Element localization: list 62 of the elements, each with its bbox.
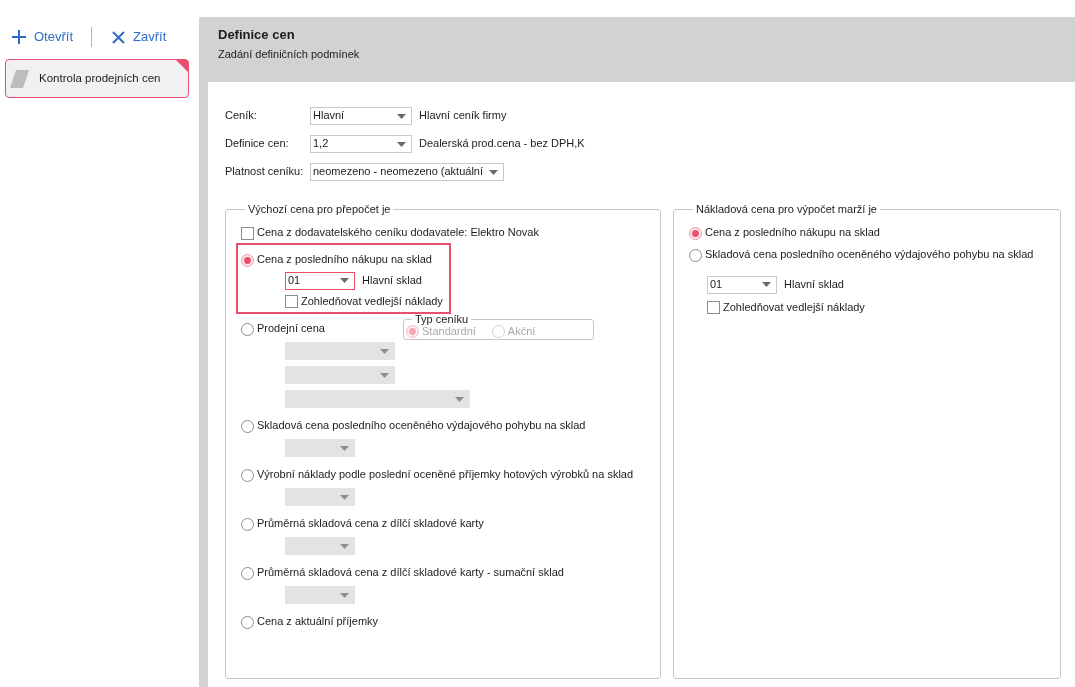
radio-label: Skladová cena posledního oceněného výdajového pohybu na sklad: [257, 419, 586, 433]
radio-button[interactable]: [241, 253, 254, 267]
field-description: Dealerská prod.cena - bez DPH,K: [419, 137, 585, 151]
corner-flag-icon: [176, 60, 188, 72]
radio-label: Výrobní náklady podle poslední oceněné příjemky hotových výrobků na sklad: [257, 468, 634, 482]
radio-button[interactable]: [241, 468, 254, 482]
dropdown[interactable]: neomezeno - neomezeno (aktuální: [310, 163, 504, 181]
radio-button[interactable]: [241, 615, 254, 629]
checkbox-label: Cena z dodavatelského ceníku dodavatele: Elektro Novak: [257, 226, 539, 240]
radio-button[interactable]: [241, 566, 254, 580]
checkbox[interactable]: [285, 295, 298, 308]
dropdown[interactable]: Hlavní: [310, 107, 412, 125]
radio-label: Cena z posledního nákupu na sklad: [705, 226, 880, 240]
caret-icon: [340, 494, 349, 500]
dropdown[interactable]: 01: [285, 271, 355, 290]
dropdown-description: Hlavní sklad: [784, 277, 844, 292]
radio-label: Průměrná skladová cena z dílčí skladové karty - sumační sklad: [257, 566, 564, 580]
radio-button[interactable]: [689, 248, 702, 262]
close-button[interactable]: Zavřít: [112, 27, 167, 47]
caret-icon: [380, 348, 389, 354]
close-icon: [112, 30, 125, 44]
radio-label: Akční: [507, 324, 536, 339]
group-title: Typ ceníku: [414, 314, 470, 324]
dropdown[interactable]: 01: [707, 275, 777, 294]
caret-icon: [340, 445, 349, 451]
sidebar-item[interactable]: Kontrola prodejních cen: [5, 59, 189, 98]
field-label: Definice cen:: [225, 137, 290, 151]
plus-icon: [12, 30, 26, 44]
caret-icon: [340, 543, 349, 549]
radio-label: Průměrná skladová cena z dílčí skladové karty: [257, 517, 484, 531]
caret-icon: [397, 141, 406, 147]
page-title: Definice cen: [218, 27, 296, 43]
group-title: Nákladová cena pro výpočet marží je: [695, 203, 878, 216]
open-button[interactable]: Otevřít: [12, 27, 73, 47]
parallelogram-icon: [10, 69, 29, 88]
caret-icon: [762, 282, 771, 287]
checkbox[interactable]: [241, 226, 254, 240]
dropdown-description: Hlavní sklad: [362, 273, 422, 288]
caret-icon: [380, 372, 389, 378]
radio-button[interactable]: [689, 226, 702, 240]
page-subtitle: Zadání definičních podmínek: [218, 47, 361, 61]
radio-button[interactable]: [241, 517, 254, 531]
caret-icon: [455, 396, 464, 402]
field-label: Platnost ceníku:: [225, 165, 305, 179]
radio-button[interactable]: [241, 322, 254, 336]
radio-label: Skladová cena posledního oceněného výdajového pohybu na sklad: [705, 248, 1034, 262]
group-title: Výchozí cena pro přepočet je: [247, 203, 392, 216]
checkbox[interactable]: [707, 301, 720, 314]
caret-icon: [397, 113, 406, 119]
radio-label: Standardní: [422, 324, 476, 339]
checkbox-label: Zohledňovat vedlejší náklady: [723, 300, 865, 315]
radio-label: Prodejní cena: [257, 322, 326, 336]
radio-label: Cena z aktuální příjemky: [257, 615, 379, 629]
field-description: Hlavní ceník firmy: [419, 109, 507, 123]
caret-icon: [340, 592, 349, 598]
checkbox-label: Zohledňovat vedlejší náklady: [301, 294, 443, 309]
radio-button[interactable]: [241, 419, 254, 433]
dropdown[interactable]: 1,2: [310, 135, 412, 153]
radio-label: Cena z posledního nákupu na sklad: [257, 253, 432, 267]
caret-icon: [489, 169, 498, 175]
field-label: Ceník:: [225, 109, 258, 123]
caret-icon: [340, 278, 349, 283]
